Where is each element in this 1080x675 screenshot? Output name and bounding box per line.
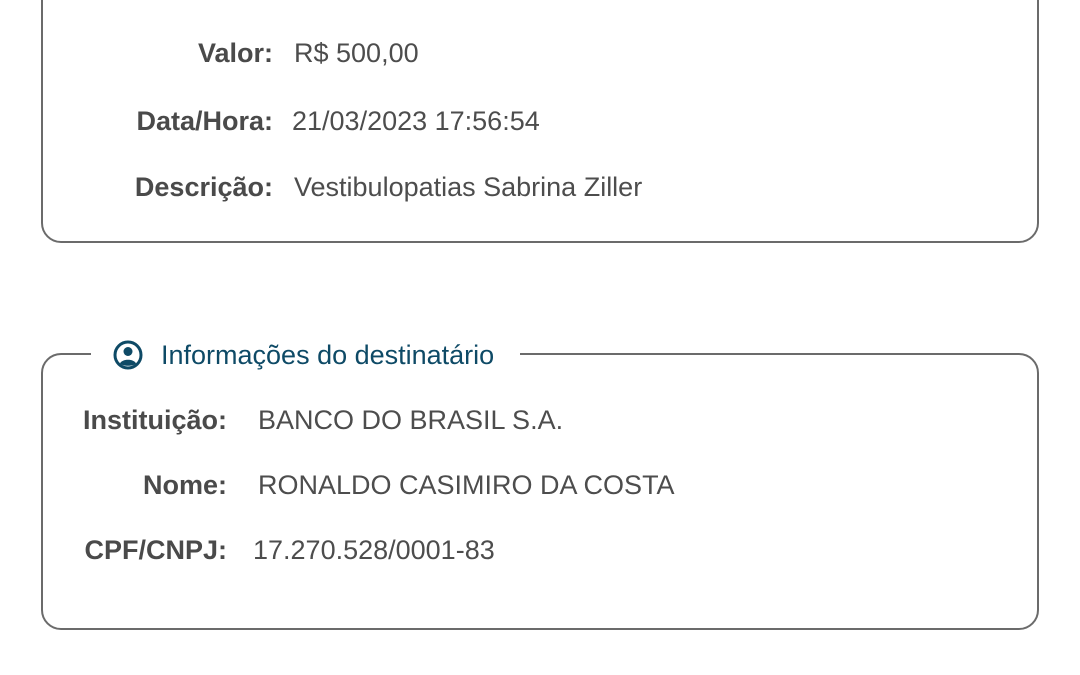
descricao-label: Descrição:	[134, 172, 273, 202]
datahora-row: Data/Hora: 21/03/2023 17:56:54	[43, 106, 540, 137]
datahora-value: 21/03/2023 17:56:54	[292, 106, 540, 136]
descricao-row: Descrição: Vestibulopatias Sabrina Zille…	[43, 172, 642, 203]
cpf-cnpj-value: 17.270.528/0001-83	[253, 535, 495, 565]
recipient-card-header: Informações do destinatário	[91, 336, 521, 374]
cpf-cnpj-row: CPF/CNPJ: 17.270.528/0001-83	[43, 535, 495, 566]
nome-label: Nome:	[142, 470, 227, 500]
instituicao-label: Instituição:	[82, 405, 227, 435]
user-circle-icon	[113, 340, 143, 370]
transaction-info-card: Valor: R$ 500,00 Data/Hora: 21/03/2023 1…	[41, 0, 1039, 243]
recipient-info-card: Informações do destinatário Instituição:…	[41, 336, 1039, 630]
descricao-value: Vestibulopatias Sabrina Ziller	[294, 172, 643, 202]
valor-value: R$ 500,00	[294, 38, 419, 68]
datahora-label: Data/Hora:	[136, 106, 273, 136]
nome-row: Nome: RONALDO CASIMIRO DA COSTA	[43, 470, 675, 501]
recipient-card-title: Informações do destinatário	[161, 339, 495, 370]
cpf-cnpj-label: CPF/CNPJ:	[84, 535, 227, 565]
nome-value: RONALDO CASIMIRO DA COSTA	[258, 470, 675, 500]
valor-row: Valor: R$ 500,00	[43, 38, 419, 69]
valor-label: Valor:	[197, 38, 273, 68]
instituicao-value: BANCO DO BRASIL S.A.	[258, 405, 564, 435]
instituicao-row: Instituição: BANCO DO BRASIL S.A.	[43, 405, 563, 436]
